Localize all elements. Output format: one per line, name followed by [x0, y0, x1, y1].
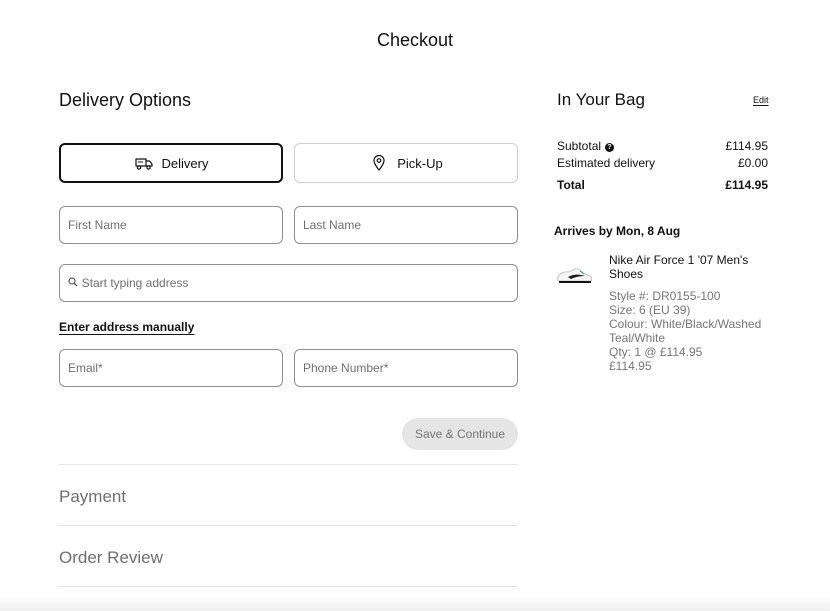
delivery-option-label: Delivery: [161, 155, 209, 171]
email-field[interactable]: [59, 349, 283, 387]
phone-number-field[interactable]: [294, 349, 518, 387]
product-size: Size: 6 (EU 39): [609, 303, 691, 317]
email-input[interactable]: [68, 361, 282, 375]
section-divider: [59, 525, 518, 526]
product-name[interactable]: Nike Air Force 1 '07 Men's Shoes: [609, 253, 769, 281]
edit-bag-link[interactable]: Edit: [753, 95, 769, 105]
bag-heading: In Your Bag: [557, 90, 645, 109]
address-search-field[interactable]: [59, 264, 518, 302]
bottom-fade: [0, 596, 830, 611]
last-name-field[interactable]: [294, 206, 518, 244]
pickup-option-label: Pick-Up: [397, 155, 443, 171]
location-pin-icon: [369, 154, 389, 172]
total-row: Total £114.95: [557, 178, 768, 192]
section-divider: [59, 586, 518, 587]
delivery-options-heading: Delivery Options: [59, 90, 192, 110]
order-review-section-heading: Order Review: [59, 548, 163, 567]
product-details: Style #: DR0155-100 Size: 6 (EU 39) Colo…: [609, 289, 779, 373]
subtotal-value: £114.95: [725, 139, 769, 153]
page-title: Checkout: [376, 30, 454, 50]
help-icon[interactable]: ?: [605, 143, 615, 152]
estimated-delivery-row: Estimated delivery £0.00: [557, 156, 768, 170]
enter-address-manually-link[interactable]: Enter address manually: [59, 320, 194, 334]
save-continue-button[interactable]: Save & Continue: [402, 418, 518, 450]
sneaker-image: [556, 262, 594, 288]
section-divider: [59, 464, 518, 465]
product-style: Style #: DR0155-100: [609, 289, 721, 303]
estimated-delivery-value: £0.00: [737, 156, 768, 170]
estimated-delivery-label: Estimated delivery: [557, 156, 656, 170]
pickup-option-button[interactable]: Pick-Up: [294, 143, 518, 183]
product-colour: Colour: White/Black/Washed Teal/White: [609, 317, 762, 345]
first-name-field[interactable]: [59, 206, 283, 244]
total-value: £114.95: [725, 178, 768, 192]
truck-icon: [134, 154, 154, 172]
total-label: Total: [557, 178, 585, 192]
arrival-date: Arrives by Mon, 8 Aug: [554, 224, 681, 238]
first-name-input[interactable]: [68, 218, 282, 232]
payment-section-heading: Payment: [59, 487, 127, 506]
product-price: £114.95: [609, 359, 652, 373]
checkout-page: Checkout Delivery Options Delivery Pick-…: [0, 0, 830, 611]
address-search-input[interactable]: [81, 276, 517, 290]
product-qty: Qty: 1 @ £114.95: [609, 345, 703, 359]
phone-number-input[interactable]: [303, 361, 517, 375]
search-icon: [68, 277, 80, 289]
subtotal-label-wrap: Subtotal?: [557, 139, 615, 153]
delivery-option-button[interactable]: Delivery: [59, 143, 283, 183]
subtotal-row: Subtotal? £114.95: [557, 139, 768, 153]
subtotal-label: Subtotal: [557, 139, 602, 153]
last-name-input[interactable]: [303, 218, 517, 232]
